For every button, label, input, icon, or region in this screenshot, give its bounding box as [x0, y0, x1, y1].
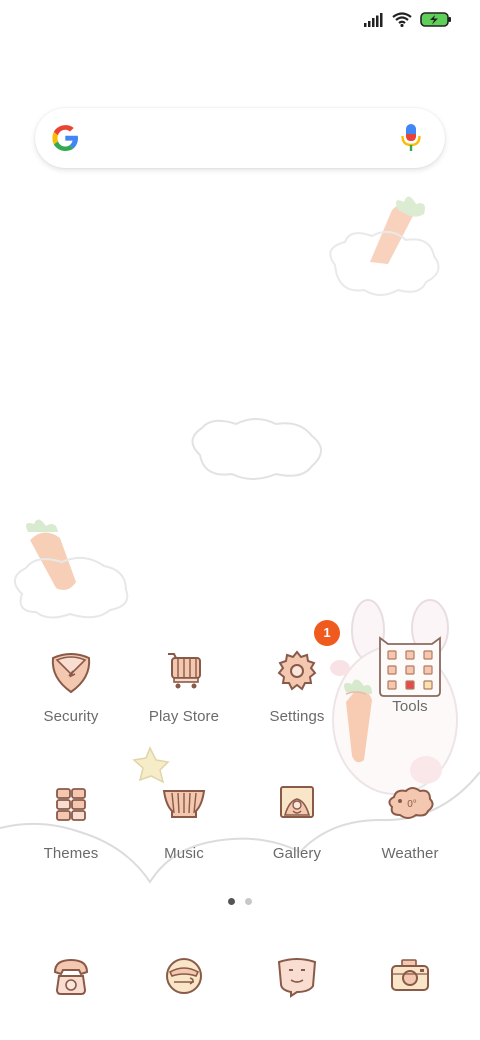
app-play-store[interactable]: Play Store: [128, 644, 240, 725]
shield-icon: [51, 653, 91, 694]
tools-folder-icon: [379, 636, 441, 697]
signal-icon: [364, 12, 383, 27]
app-label: Themes: [43, 845, 99, 862]
carrot-cloud-left: [14, 519, 129, 619]
app-security[interactable]: Security: [15, 644, 127, 725]
status-icons: [364, 12, 452, 27]
battery-charging-icon: [420, 12, 451, 27]
gear-icon: [277, 650, 317, 691]
app-label: Security: [43, 708, 99, 725]
app-tools-folder[interactable]: Tools: [354, 634, 466, 715]
page-dot-1[interactable]: [228, 898, 235, 905]
camera-icon: [391, 959, 429, 991]
app-label: Gallery: [272, 845, 322, 862]
cart-icon: [168, 653, 201, 689]
dock-browser[interactable]: [269, 950, 325, 1006]
music-icon: [162, 790, 206, 818]
cloud-middle: [191, 418, 322, 480]
status-bar: [0, 0, 480, 44]
carrot-cloud-top: [329, 196, 440, 296]
dock-messages[interactable]: [156, 950, 212, 1006]
home-screen: Security Play Store Settings 1 Tools The…: [0, 0, 480, 1040]
google-search-bar[interactable]: [35, 108, 445, 168]
app-label: Music: [164, 845, 204, 862]
weather-temp: 0°: [407, 799, 417, 810]
app-weather[interactable]: 0° Weather: [354, 781, 466, 862]
app-gallery[interactable]: Gallery: [241, 781, 353, 862]
page-indicator[interactable]: [0, 898, 480, 905]
app-label: Settings: [269, 708, 325, 725]
google-logo-icon: [52, 125, 78, 151]
search-input[interactable]: [95, 122, 399, 156]
phone-icon: [53, 958, 89, 995]
weather-icon: 0°: [388, 787, 434, 819]
app-themes[interactable]: Themes: [15, 781, 127, 862]
messages-icon: [166, 958, 202, 994]
dock-phone[interactable]: [43, 950, 99, 1006]
app-settings[interactable]: Settings: [241, 644, 353, 725]
page-dot-2[interactable]: [245, 898, 252, 905]
wifi-icon: [392, 12, 412, 27]
dock-camera[interactable]: [382, 950, 438, 1006]
app-label: Play Store: [148, 708, 220, 725]
star-decor: [132, 746, 170, 784]
app-label: Weather: [381, 845, 439, 862]
app-label: Tools: [392, 698, 428, 715]
gallery-icon: [280, 786, 314, 818]
themes-icon: [56, 788, 86, 821]
notification-badge: 1: [314, 620, 340, 646]
mic-icon[interactable]: [399, 122, 423, 154]
browser-icon: [277, 958, 317, 998]
app-music[interactable]: Music: [128, 781, 240, 862]
